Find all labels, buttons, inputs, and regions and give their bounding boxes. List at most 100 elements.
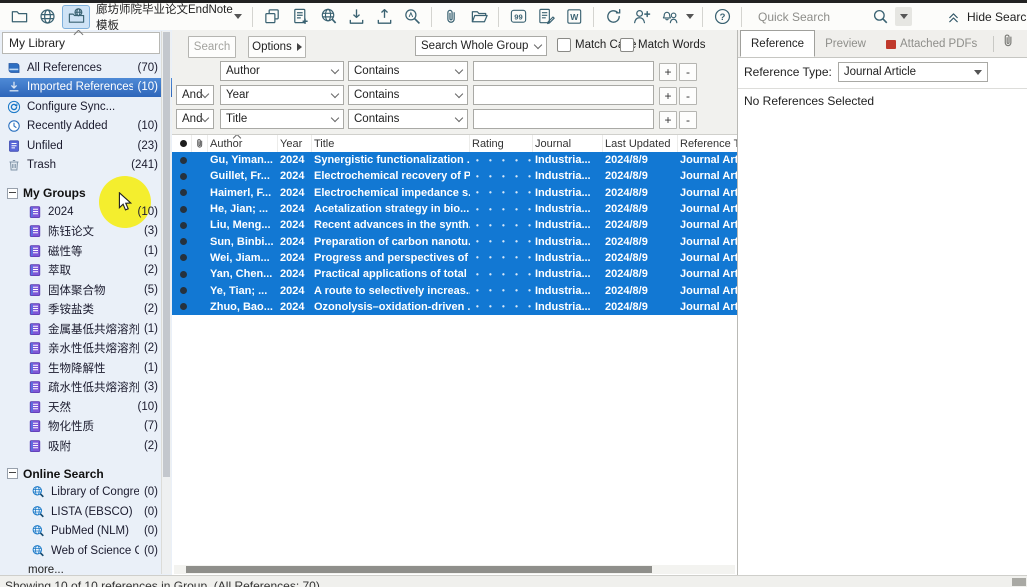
- table-row[interactable]: Ye, Tian; ... 2024 A route to selectivel…: [172, 282, 737, 298]
- table-row[interactable]: Haimerl, F... 2024 Electrochemical imped…: [172, 185, 737, 201]
- group-item-萃取[interactable]: 萃取 (2): [0, 261, 172, 281]
- operator-select[interactable]: Contains: [348, 61, 468, 81]
- new-reference-icon[interactable]: [287, 6, 313, 28]
- group-item-生物降解性[interactable]: 生物降解性 (1): [0, 358, 172, 378]
- collapse-caret-icon[interactable]: [74, 30, 84, 39]
- boolean-select[interactable]: And: [176, 85, 214, 105]
- group-item-疏水性低共熔溶剂[interactable]: 疏水性低共熔溶剂 (3): [0, 378, 172, 398]
- online-item-lista-ebsco[interactable]: LISTA (EBSCO) (0): [0, 502, 172, 522]
- attach-file-icon[interactable]: [438, 6, 464, 28]
- activity-feed-icon[interactable]: [656, 6, 682, 28]
- open-file-icon[interactable]: [466, 6, 492, 28]
- resize-grip[interactable]: [1012, 578, 1026, 586]
- operator-select[interactable]: Contains: [348, 85, 468, 105]
- group-item-亲水性低共熔溶剂[interactable]: 亲水性低共熔溶剂 (2): [0, 339, 172, 359]
- search-button[interactable]: Search: [188, 36, 236, 58]
- add-search-row-button[interactable]: +: [659, 111, 677, 129]
- import-icon[interactable]: [343, 6, 369, 28]
- search-icon[interactable]: [867, 6, 893, 28]
- table-row[interactable]: Sun, Binbi... 2024 Preparation of carbon…: [172, 233, 737, 249]
- open-shared-library-icon[interactable]: [34, 6, 60, 28]
- operator-select[interactable]: Contains: [348, 109, 468, 129]
- online-item-web-of-science-co[interactable]: Web of Science Co... (0): [0, 541, 172, 561]
- table-row[interactable]: Gu, Yiman... 2024 Synergistic functional…: [172, 152, 737, 168]
- remove-search-row-button[interactable]: -: [679, 63, 697, 81]
- table-row[interactable]: Zhuo, Bao... 2024 Ozonolysis–oxidation-d…: [172, 299, 737, 315]
- tab-reference[interactable]: Reference: [740, 30, 815, 57]
- col-author[interactable]: Author: [208, 135, 278, 152]
- hide-search-panel-button[interactable]: Hide Search Panel: [946, 9, 1027, 24]
- sidebar-item-recently-added[interactable]: Recently Added (10): [0, 117, 172, 137]
- group-item-天然[interactable]: 天然 (10): [0, 397, 172, 417]
- group-item-金属基低共熔溶剂[interactable]: 金属基低共熔溶剂 (1): [0, 319, 172, 339]
- group-item-季铵盐类[interactable]: 季铵盐类 (2): [0, 300, 172, 320]
- group-item-吸附[interactable]: 吸附 (2): [0, 436, 172, 456]
- match-words-checkbox[interactable]: [620, 38, 634, 52]
- find-full-text-icon[interactable]: [399, 6, 425, 28]
- remove-search-row-button[interactable]: -: [679, 87, 697, 105]
- help-icon[interactable]: ?: [709, 6, 735, 28]
- output-style-selector[interactable]: 廊坊师院毕业论文EndNote模板: [92, 6, 246, 28]
- sidebar-item-all-references[interactable]: All References (70): [0, 58, 172, 78]
- remove-search-row-button[interactable]: -: [679, 111, 697, 129]
- export-icon[interactable]: [371, 6, 397, 28]
- col-journal[interactable]: Journal: [533, 135, 603, 152]
- col-rating[interactable]: Rating: [470, 135, 533, 152]
- table-row[interactable]: Wei, Jiam... 2024 Progress and perspecti…: [172, 250, 737, 266]
- horizontal-scrollbar-thumb[interactable]: [186, 566, 652, 573]
- group-item-磁性等[interactable]: 磁性等 (1): [0, 241, 172, 261]
- copy-references-icon[interactable]: [259, 6, 285, 28]
- word-cwyw-icon[interactable]: W: [561, 6, 587, 28]
- collapse-expander-icon[interactable]: [7, 188, 18, 199]
- open-library-icon[interactable]: [6, 6, 32, 28]
- add-search-row-button[interactable]: +: [659, 87, 677, 105]
- table-row[interactable]: Yan, Chen... 2024 Practical applications…: [172, 266, 737, 282]
- field-select[interactable]: Author: [220, 61, 344, 81]
- more-link[interactable]: more...: [0, 561, 172, 576]
- group-item-固体聚合物[interactable]: 固体聚合物 (5): [0, 280, 172, 300]
- sidebar-scrollbar[interactable]: [161, 31, 171, 574]
- col-last-updated[interactable]: Last Updated: [603, 135, 678, 152]
- sidebar-scrollbar-thumb[interactable]: [163, 32, 170, 477]
- online-item-pubmed-nlm[interactable]: PubMed (NLM) (0): [0, 522, 172, 542]
- library-pane-header[interactable]: My Library: [2, 32, 160, 54]
- search-term-input[interactable]: [473, 85, 654, 105]
- search-term-input[interactable]: [473, 109, 654, 129]
- quick-search-input[interactable]: [756, 9, 865, 25]
- share-library-icon[interactable]: [628, 6, 654, 28]
- tab-preview[interactable]: Preview: [815, 31, 876, 57]
- online-search-icon[interactable]: [315, 6, 341, 28]
- reference-type-select[interactable]: Journal Article: [838, 62, 988, 82]
- field-select[interactable]: Title: [220, 109, 344, 129]
- group-item-陈钰论文[interactable]: 陈钰论文 (3): [0, 222, 172, 242]
- table-row[interactable]: He, Jian; ... 2024 Acetalization strateg…: [172, 201, 737, 217]
- sync-icon[interactable]: [600, 6, 626, 28]
- sidebar-item-unfiled[interactable]: Unfiled (23): [0, 136, 172, 156]
- tab-attached-pdfs[interactable]: Attached PDFs: [876, 31, 987, 57]
- horizontal-scrollbar[interactable]: [174, 565, 735, 574]
- options-button[interactable]: Options: [248, 36, 306, 58]
- insert-citation-icon[interactable]: 99: [505, 6, 531, 28]
- group-item-2024[interactable]: 2024 (10): [0, 202, 172, 222]
- online-item-library-of-congress[interactable]: Library of Congress (0): [0, 483, 172, 503]
- search-scope-select[interactable]: Search Whole Group: [415, 36, 547, 56]
- search-term-input[interactable]: [473, 61, 654, 81]
- activity-feed-caret[interactable]: [684, 6, 696, 28]
- table-row[interactable]: Liu, Meng... 2024 Recent advances in the…: [172, 217, 737, 233]
- quick-search-options-caret[interactable]: [895, 7, 912, 26]
- sidebar-item-imported-references[interactable]: Imported References (10): [0, 78, 172, 98]
- attach-file-icon[interactable]: [1000, 32, 1017, 54]
- online-search-header[interactable]: Online Search: [0, 465, 172, 483]
- group-item-物化性质[interactable]: 物化性质 (7): [0, 417, 172, 437]
- collapse-expander-icon[interactable]: [7, 468, 18, 479]
- boolean-select[interactable]: And: [176, 109, 214, 129]
- table-row[interactable]: Guillet, Fr... 2024 Electrochemical reco…: [172, 168, 737, 184]
- match-case-checkbox[interactable]: [557, 38, 571, 52]
- format-bibliography-icon[interactable]: [533, 6, 559, 28]
- sidebar-item-trash[interactable]: Trash (241): [0, 156, 172, 176]
- add-search-row-button[interactable]: +: [659, 63, 677, 81]
- col-title[interactable]: Title: [312, 135, 470, 152]
- my-groups-header[interactable]: My Groups: [0, 184, 172, 202]
- shared-group-icon[interactable]: [62, 5, 90, 29]
- col-year[interactable]: Year: [278, 135, 312, 152]
